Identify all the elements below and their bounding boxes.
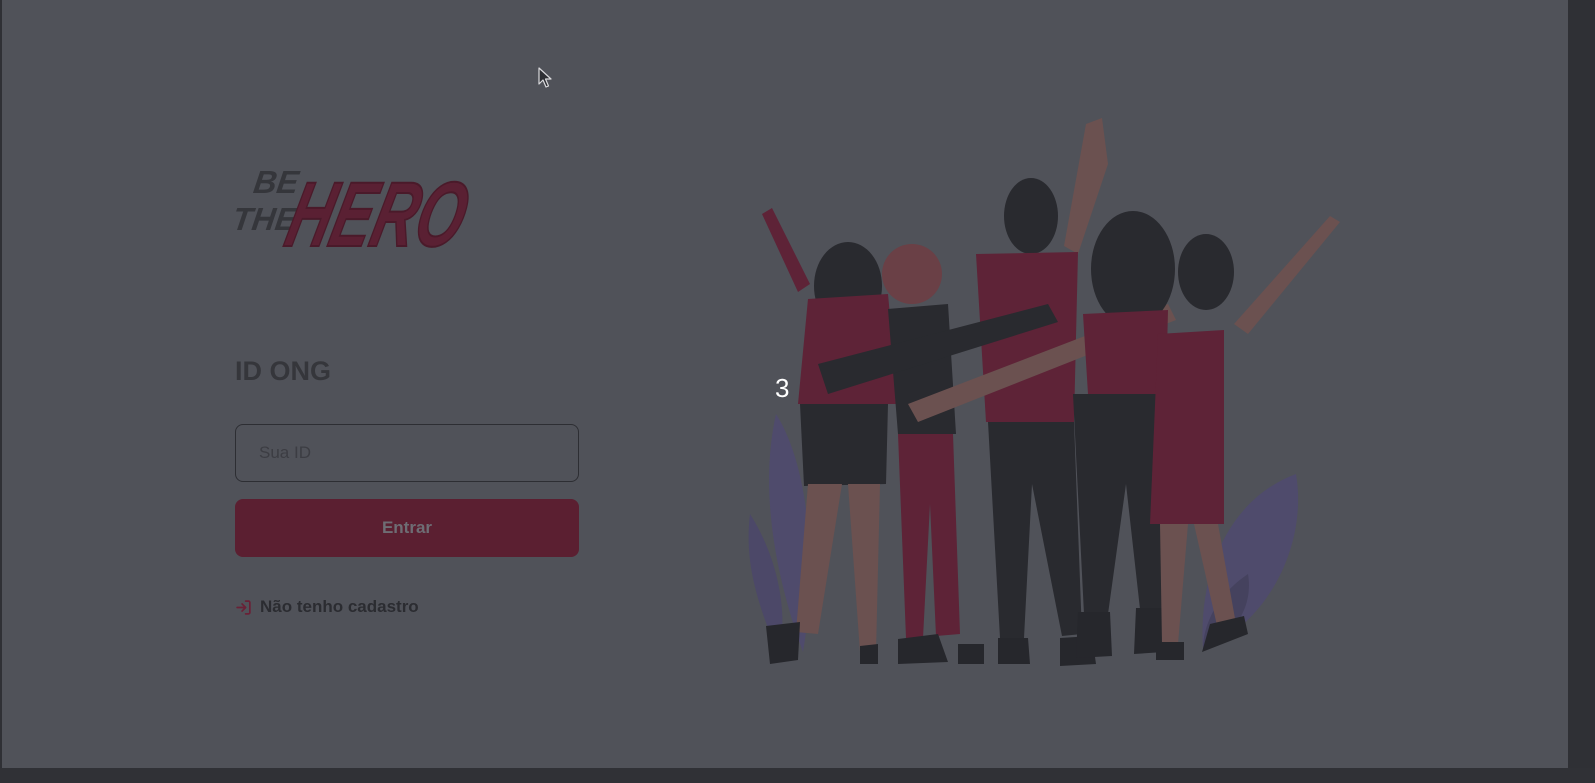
register-link[interactable]: Não tenho cadastro: [235, 597, 419, 617]
countdown-overlay-number: 3: [775, 373, 790, 403]
page-viewport: BE THE HERO ID ONG Entrar Não tenho cada…: [2, 0, 1568, 768]
ong-id-input[interactable]: [235, 424, 579, 482]
enter-button[interactable]: Entrar: [235, 499, 579, 557]
window-bottom-border: [0, 768, 1595, 783]
log-in-icon: [236, 599, 251, 615]
heroes-group-illustration: [748, 118, 1340, 666]
page-title: ID ONG: [235, 356, 332, 386]
logo-hero-text: HERO: [277, 162, 479, 256]
be-the-hero-logo: BE THE HERO: [235, 161, 480, 256]
mouse-pointer-icon: [538, 67, 552, 88]
register-link-label: Não tenho cadastro: [260, 597, 419, 616]
